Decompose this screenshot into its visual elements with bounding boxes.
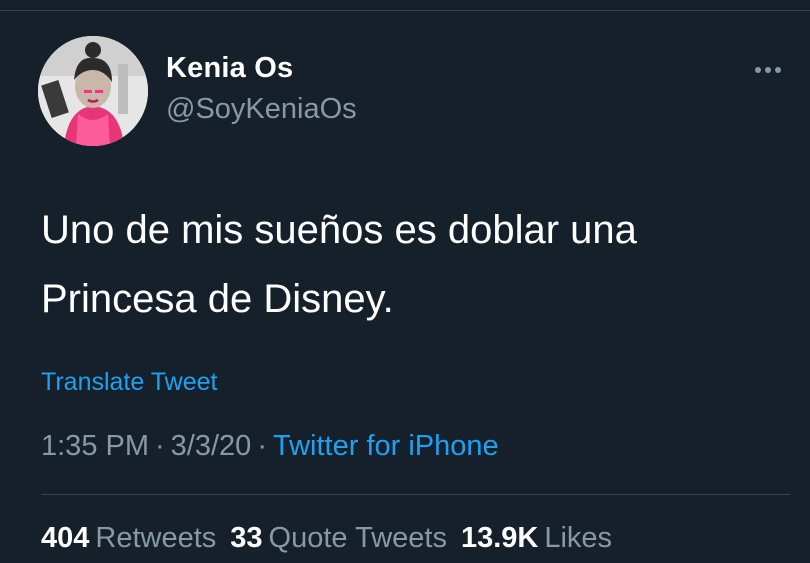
likes-label: Likes bbox=[544, 522, 613, 554]
author-display-name[interactable]: Kenia Os bbox=[166, 52, 293, 85]
quote-tweets-count: 33 bbox=[230, 522, 263, 554]
top-divider bbox=[0, 10, 810, 11]
meta-separator: · bbox=[155, 430, 165, 462]
likes-stat[interactable]: 13.9K Likes bbox=[461, 522, 612, 554]
translate-tweet-link[interactable]: Translate Tweet bbox=[41, 368, 217, 397]
avatar-image bbox=[38, 36, 148, 146]
retweets-label: Retweets bbox=[95, 522, 217, 554]
tweet-date[interactable]: 3/3/20 bbox=[171, 430, 252, 462]
tweet-source-link[interactable]: Twitter for iPhone bbox=[273, 430, 499, 462]
likes-count: 13.9K bbox=[460, 522, 539, 554]
more-horizontal-icon bbox=[755, 67, 781, 73]
tweet-stats: 404 Retweets 33 Quote Tweets 13.9K Likes bbox=[41, 522, 626, 555]
tweet-text-line-2: Princesa de Disney. bbox=[41, 277, 394, 321]
avatar[interactable] bbox=[38, 36, 148, 146]
quote-tweets-stat[interactable]: 33 Quote Tweets bbox=[230, 522, 447, 554]
tweet-text-line-1: Uno de mis sueños es doblar una bbox=[41, 208, 637, 252]
more-options-button[interactable] bbox=[748, 60, 788, 80]
tweet-metadata: 1:35 PM · 3/3/20 · Twitter for iPhone bbox=[41, 430, 499, 463]
tweet-text: Uno de mis sueños es doblar una Princesa… bbox=[41, 196, 781, 334]
retweets-stat[interactable]: 404 Retweets bbox=[41, 522, 216, 554]
stats-divider bbox=[41, 494, 790, 495]
meta-separator: · bbox=[257, 430, 267, 462]
quote-tweets-label: Quote Tweets bbox=[268, 522, 447, 554]
author-handle[interactable]: @SoyKeniaOs bbox=[166, 93, 357, 126]
tweet-time[interactable]: 1:35 PM bbox=[41, 430, 149, 462]
retweets-count: 404 bbox=[41, 522, 90, 554]
